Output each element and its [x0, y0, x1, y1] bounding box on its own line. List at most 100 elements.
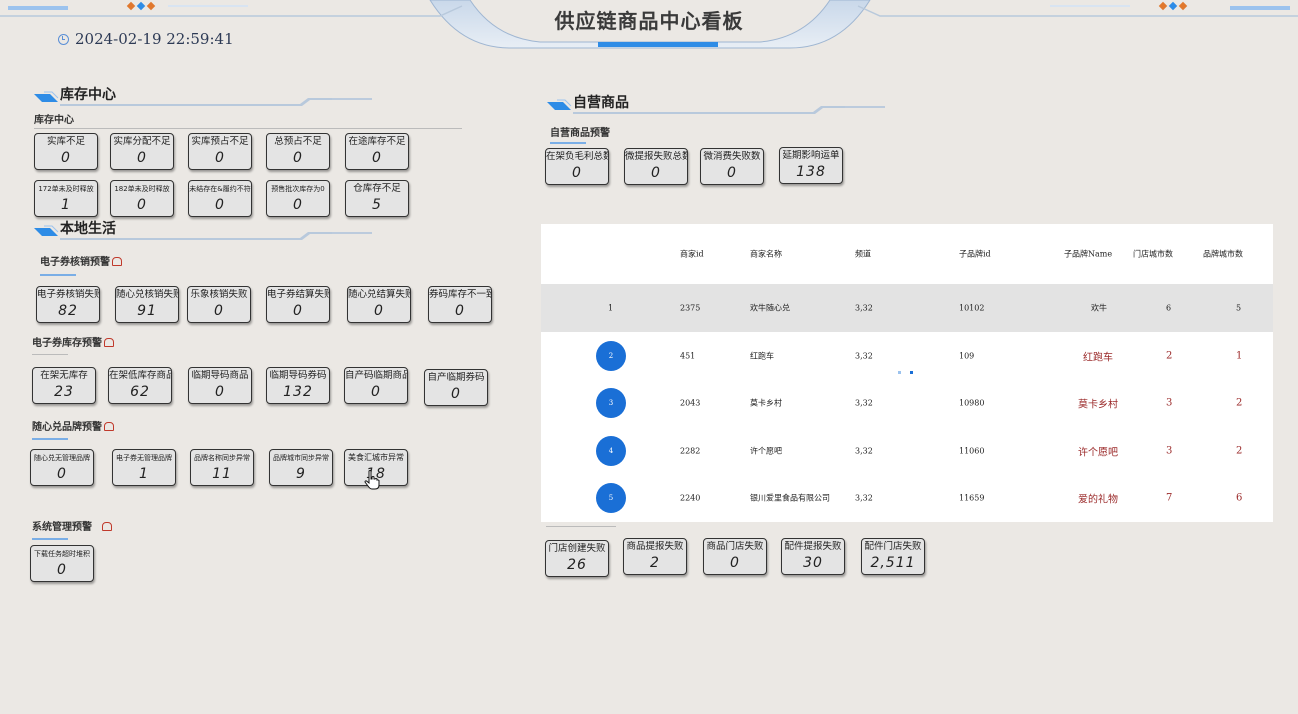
- metric-card[interactable]: 仓库存不足 5: [345, 180, 409, 217]
- metric-card[interactable]: 微消费失败数 0: [700, 148, 764, 185]
- table-row[interactable]: 4 2282 许个愿吧 3,32 11060 许个愿吧 3 2: [541, 427, 1273, 474]
- metric-card[interactable]: 随心兑核销失败 91: [115, 286, 179, 323]
- metric-card[interactable]: 随心兑无管理品牌 0: [30, 449, 94, 486]
- metric-value: 0: [293, 197, 303, 213]
- underline: [32, 538, 68, 540]
- merchant-id-cell: 2282: [680, 446, 701, 455]
- metric-card[interactable]: 临期导码券码 132: [266, 367, 330, 404]
- metric-label: 在架负毛利总数: [546, 151, 608, 162]
- brand-name-cell: 红跑车: [1083, 352, 1113, 363]
- datetime-display: 2024-02-19 22:59:41: [58, 30, 234, 48]
- system-alert-title: 系统管理预警: [32, 518, 112, 533]
- merchant-id-cell: 2375: [680, 303, 701, 313]
- metric-value: 0: [57, 562, 67, 578]
- metric-label: 电子券无管理品牌: [116, 454, 172, 462]
- metric-card[interactable]: 未结存在&履约不符 0: [188, 180, 252, 217]
- metric-card[interactable]: 券码库存不一致 0: [428, 286, 492, 323]
- metric-card[interactable]: 实库预占不足 0: [188, 133, 252, 170]
- metric-card[interactable]: 商品提报失败 2: [623, 538, 687, 575]
- brand-id-cell: 11060: [959, 446, 985, 455]
- dot-active[interactable]: [910, 371, 913, 374]
- metric-card[interactable]: 电子券无管理品牌 1: [112, 449, 176, 486]
- column-header[interactable]: 子品牌Name: [1064, 249, 1112, 260]
- metric-label: 随心兑结算失败: [348, 289, 410, 300]
- dot[interactable]: [898, 371, 901, 374]
- metric-card[interactable]: 172单未及时释放 1: [34, 180, 98, 217]
- metric-label: 随心兑无管理品牌: [34, 454, 90, 462]
- alarm-icon[interactable]: [104, 338, 114, 347]
- metric-card[interactable]: 配件门店失败 2,511: [861, 538, 925, 575]
- metric-card[interactable]: 乐象核销失败 0: [187, 286, 251, 323]
- metric-card[interactable]: 实库分配不足 0: [110, 133, 174, 170]
- metric-label: 临期导码券码: [269, 370, 327, 381]
- metric-card[interactable]: 电子券核销失败 82: [36, 286, 100, 323]
- metric-card[interactable]: 品牌城市同步异常 9: [269, 449, 333, 486]
- metric-card[interactable]: 品牌名称同步异常 11: [190, 449, 254, 486]
- metric-value: 0: [214, 303, 224, 319]
- hand-cursor-icon: [364, 470, 380, 490]
- merchant-name-cell: 莫卡乡村: [750, 398, 782, 408]
- table-row[interactable]: 5 2240 银川爱里食品有限公司 3,32 11659 爱的礼物 7 6: [541, 474, 1273, 522]
- section-title: 库存中心: [60, 87, 116, 103]
- metric-label: 券码库存不一致: [429, 289, 491, 300]
- self-op-alert-title: 自营商品预警: [550, 124, 610, 139]
- channel-cell: 3,32: [855, 303, 873, 313]
- alarm-icon[interactable]: [104, 422, 114, 431]
- metric-card[interactable]: 在架负毛利总数 0: [545, 148, 609, 185]
- table-row[interactable]: 3 2043 莫卡乡村 3,32 10980 莫卡乡村 3 2: [541, 379, 1273, 427]
- metric-label: 实库分配不足: [113, 136, 171, 147]
- metric-value: 30: [803, 555, 823, 571]
- datetime-text: 2024-02-19 22:59:41: [75, 30, 234, 48]
- metric-value: 0: [293, 150, 303, 166]
- metric-card[interactable]: 延期影响运单 138: [779, 147, 843, 184]
- metric-card[interactable]: 自产临期券码 0: [424, 369, 488, 406]
- metric-value: 0: [57, 466, 67, 482]
- section-head-inventory: 库存中心: [32, 86, 372, 106]
- alarm-icon[interactable]: [102, 522, 112, 531]
- metric-card[interactable]: 微提报失败总数 0: [624, 148, 688, 185]
- metric-card[interactable]: 在架低库存商品 62: [108, 367, 172, 404]
- metric-label: 实库不足: [46, 136, 85, 147]
- metric-value: 0: [451, 386, 461, 402]
- merchant-name-cell: 红跑车: [750, 351, 774, 360]
- table-row[interactable]: 1 2375 欢牛随心兑 3,32 10102 欢牛 6 5: [541, 284, 1273, 332]
- metric-value: 9: [296, 466, 306, 482]
- metric-card[interactable]: 自产码临期商品 0: [344, 367, 408, 404]
- metric-card[interactable]: 电子券结算失败 0: [266, 286, 330, 323]
- channel-cell: 3,32: [855, 351, 873, 360]
- metric-card[interactable]: 门店创建失败 26: [545, 540, 609, 577]
- merchant-name-cell: 许个愿吧: [750, 446, 782, 455]
- metric-value: 91: [137, 303, 157, 319]
- alarm-icon[interactable]: [112, 257, 122, 266]
- pagination-dots[interactable]: [898, 371, 914, 375]
- metric-value: 0: [137, 150, 147, 166]
- metric-card[interactable]: 临期导码商品 0: [188, 367, 252, 404]
- metric-value: 0: [730, 555, 740, 571]
- metric-card[interactable]: 配件提报失败 30: [781, 538, 845, 575]
- metric-value: 0: [215, 197, 225, 213]
- column-header[interactable]: 品牌城市数: [1203, 249, 1243, 260]
- metric-card[interactable]: 182单未及时释放 0: [110, 180, 174, 217]
- metric-label: 商品提报失败: [626, 541, 684, 552]
- column-header[interactable]: 商家id: [680, 249, 704, 260]
- metric-value: 0: [727, 165, 737, 181]
- metric-card[interactable]: 实库不足 0: [34, 133, 98, 170]
- column-header[interactable]: 频道: [855, 249, 871, 260]
- metric-card[interactable]: 在架无库存 23: [32, 367, 96, 404]
- column-header[interactable]: 子品牌id: [959, 249, 991, 260]
- metric-label: 下载任务超时堆积: [34, 550, 90, 558]
- metric-card[interactable]: 商品门店失败 0: [703, 538, 767, 575]
- subhead-text: 系统管理预警: [32, 522, 92, 533]
- section-head-local-life: 本地生活: [32, 220, 372, 240]
- column-header[interactable]: 商家名称: [750, 249, 782, 260]
- brand-cities-cell: 6: [1236, 492, 1243, 504]
- metric-card[interactable]: 预售批次库存为0 0: [266, 180, 330, 217]
- metric-value: 82: [58, 303, 78, 319]
- metric-card[interactable]: 下载任务超时堆积 0: [30, 545, 94, 582]
- column-header[interactable]: 门店城市数: [1133, 249, 1173, 260]
- metric-card[interactable]: 随心兑结算失败 0: [347, 286, 411, 323]
- metric-card[interactable]: 总预占不足 0: [266, 133, 330, 170]
- metric-label: 延期影响运单: [782, 150, 840, 161]
- metric-card[interactable]: 在途库存不足 0: [345, 133, 409, 170]
- metric-value: 11: [212, 466, 232, 482]
